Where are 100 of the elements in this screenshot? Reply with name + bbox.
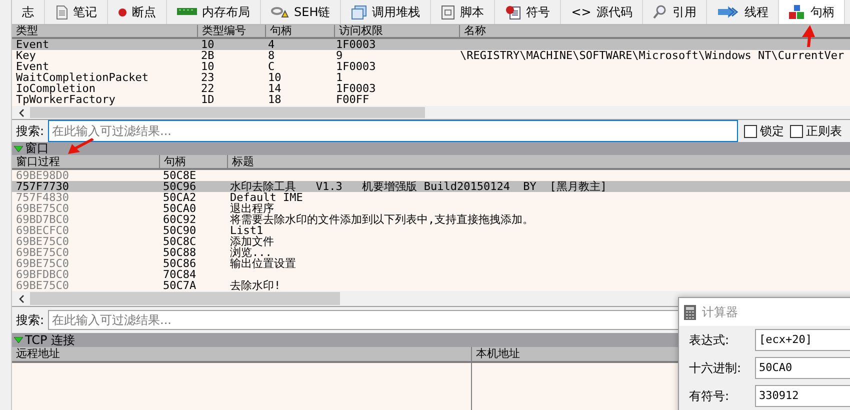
blocks-icon (789, 4, 806, 20)
table-cell-text: 9 (335, 50, 343, 61)
arrow (800, 25, 816, 47)
tab[interactable]: 句柄 (779, 0, 846, 24)
scroll-left-icon[interactable] (18, 294, 24, 302)
breakpoint-icon (118, 8, 127, 16)
table-cell-text: 69BE75C0 (15, 203, 70, 214)
table-row[interactable]: 757F4830 50CA2 Default IME (12, 192, 850, 203)
table-cell-text: 50C96 (162, 181, 198, 192)
table-cell-text: TpWorkerFactory (15, 94, 116, 105)
table-row[interactable]: Key 2B 8 9 \REGISTRY\MACHINE\SOFTWARE\Microsoft\Windows NT\CurrentVer (12, 50, 850, 61)
table-row[interactable]: 757F7730 50C96 水印去除工具 V1.3 机要增强版 Build20150124 BY [黑月教主] (12, 181, 850, 192)
column-header[interactable]: 窗口过程 (12, 155, 159, 168)
table-cell-text: 50C90 (162, 225, 198, 236)
table-cell-text: IoCompletion (15, 83, 96, 94)
table-cell-text: 8 (267, 50, 276, 61)
code-icon: <> (571, 5, 592, 19)
field-label: 表达式: (689, 332, 730, 348)
table-cell-text: 2B (200, 50, 216, 61)
scroll-left-icon[interactable] (18, 108, 24, 116)
table-cell-text: 69BE75C0 (15, 236, 70, 247)
table-cell-text: C (267, 61, 275, 72)
table-cell-text: 添加文件 (229, 236, 275, 247)
table-cell-text: Key (15, 50, 37, 61)
search-label: 搜索: (16, 122, 44, 140)
checkbox[interactable]: 正则表 (790, 122, 842, 140)
table-cell-text: 69BD7BC0 (15, 214, 70, 225)
table-row[interactable]: 69BE75C0 50C7A 去除水印! (12, 280, 850, 291)
column-header[interactable]: 类型编号 (197, 25, 265, 37)
table-cell-text: 757F4830 (15, 192, 70, 203)
table-cell-text: 1F0003 (335, 39, 377, 50)
expand-icon[interactable] (14, 146, 23, 152)
table-cell-text: 70C84 (162, 269, 198, 280)
column-header[interactable]: 远程地址 (12, 347, 471, 361)
table-row[interactable]: 69BE98D0 50C8E (12, 170, 850, 181)
column-header[interactable]: 句柄 (159, 155, 227, 168)
table-cell-text: 1 (335, 72, 343, 83)
table-cell-text: List1 (229, 225, 264, 236)
table-cell-text: 退出程序 (229, 203, 274, 214)
section-header[interactable]: 窗口 (12, 142, 850, 155)
table-cell-text: F00FF (335, 94, 370, 105)
table-cell-text: 22 (200, 83, 216, 94)
table-row[interactable]: 69BE75C0 50C88 浏览... (12, 247, 850, 258)
table-cell-text: 水印去除工具 V1.3 机要增强版 Build20150124 BY [黑月教主] (229, 181, 608, 192)
column-header[interactable]: 访问权限 (334, 25, 459, 37)
table-cell-text: 10 (200, 61, 216, 72)
table-cell-text: 757F7730 (15, 181, 70, 192)
scrollbar-thumb[interactable] (30, 107, 425, 118)
field-label: 有符号: (689, 388, 730, 404)
table-cell-text: \REGISTRY\MACHINE\SOFTWARE\Microsoft\Windows NT\CurrentVer (459, 50, 846, 61)
table-cell-text: 1D (200, 94, 216, 105)
memory-icon (177, 8, 197, 16)
table-cell-text: 50C8E (162, 170, 198, 181)
arrows-icon (717, 6, 740, 18)
section-title: TCP 连接 (25, 332, 76, 348)
table-row[interactable]: WaitCompletionPacket 23 10 1 (12, 72, 850, 83)
table-cell-text: 去除水印! (229, 280, 282, 291)
checkbox[interactable]: 锁定 (744, 122, 784, 140)
column-header[interactable]: 标题 (227, 155, 850, 168)
table-row[interactable]: 69BD7BC0 60C92 将需要去除水印的文件添加到以下列表中,支持直接拖拽添加。 (12, 214, 850, 225)
table-cell-text: 将需要去除水印的文件添加到以下列表中,支持直接拖拽添加。 (229, 214, 535, 225)
column-header[interactable]: 类型 (12, 25, 197, 37)
table-cell-text: 60C92 (162, 214, 198, 225)
column-header[interactable]: 句柄 (265, 25, 334, 37)
section-title: 窗口 (25, 140, 49, 156)
table-cell-text: 69BE75C0 (15, 258, 70, 269)
search-field[interactable]: 在此输入可过滤结果... (48, 120, 738, 142)
table-cell-text: 浏览... (229, 247, 272, 258)
table-cell-text: 69BE75C0 (15, 247, 70, 258)
table-cell-text: 输出位置设置 (229, 258, 297, 269)
input-field[interactable]: 50CA0 (755, 357, 850, 379)
field-label: 十六进制: (689, 360, 742, 376)
table-cell-text: 50C88 (162, 247, 198, 258)
table-cell-text: 50C8C (162, 236, 198, 247)
table-cell-text: 4 (267, 39, 276, 50)
table-row[interactable]: IoCompletion 22 14 1F0003 (12, 83, 850, 94)
table-cell-text: 1F0003 (335, 61, 377, 72)
table-cell-text: 14 (267, 83, 282, 94)
table-cell-text: 1F0003 (335, 83, 377, 94)
table-cell-text: WaitCompletionPacket (15, 72, 150, 83)
input-field[interactable]: [ecx+20] (755, 329, 850, 351)
table-row[interactable]: Event 10 4 1F0003 (12, 39, 850, 50)
table-cell-text: 23 (200, 72, 216, 83)
table-row[interactable]: TpWorkerFactory 1D 18 F00FF (12, 94, 850, 105)
table-cell-text: 50C7A (162, 280, 198, 291)
scrollbar-thumb[interactable] (30, 292, 340, 305)
table-cell-text: Event (15, 61, 50, 72)
table-row[interactable]: 69BE75C0 50CA0 退出程序 (12, 203, 850, 214)
table-row[interactable]: 69BE75C0 50C8C 添加文件 (12, 236, 850, 247)
table-row[interactable]: 69BECFC0 50C90 List1 (12, 225, 850, 236)
table-row[interactable]: Event 10 C 1F0003 (12, 61, 850, 72)
table-row[interactable]: 69BE75C0 50C86 输出位置设置 (12, 258, 850, 269)
search-label: 搜索: (16, 312, 44, 328)
input-field[interactable]: 330912 (755, 385, 850, 407)
table-cell-text: 69BECFC0 (15, 225, 70, 236)
expand-icon[interactable] (14, 337, 23, 343)
table-row[interactable]: 69BFDBC0 70C84 (12, 269, 850, 280)
search-icon (653, 5, 668, 19)
document-icon (55, 4, 68, 20)
table-cell-text: 69BE75C0 (15, 280, 70, 291)
